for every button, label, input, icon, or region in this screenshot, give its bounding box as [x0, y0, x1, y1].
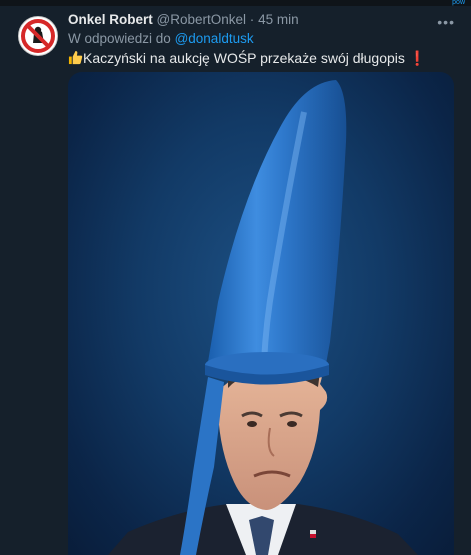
thumbs-up-icon [68, 50, 83, 65]
author-name[interactable]: Onkel Robert [68, 12, 153, 27]
tweet-body: Kaczyński na aukcję WOŚP przekaże swój d… [83, 50, 405, 66]
reply-context: W odpowiedzi do @donaldtusk [68, 31, 254, 46]
tweet[interactable]: Onkel Robert @RobertOnkel · 45 min ••• W… [0, 6, 471, 555]
exclamation-icon: ❗ [408, 50, 427, 66]
reply-prefix: W odpowiedzi do [68, 31, 171, 46]
pen-hat-photo [108, 80, 418, 555]
more-dots-icon[interactable]: ••• [437, 14, 455, 30]
tweet-time[interactable]: 45 min [258, 12, 299, 27]
tweet-text: Kaczyński na aukcję WOŚP przekaże swój d… [68, 50, 426, 67]
tweet-header: Onkel Robert @RobertOnkel · 45 min [68, 12, 299, 27]
prohibition-sign-avatar-icon [21, 19, 55, 53]
tweet-image[interactable] [68, 72, 454, 555]
separator-dot: · [249, 12, 255, 27]
author-handle[interactable]: @RobertOnkel [157, 12, 247, 27]
avatar[interactable] [18, 16, 58, 56]
reply-to-handle[interactable]: @donaldtusk [175, 31, 254, 46]
